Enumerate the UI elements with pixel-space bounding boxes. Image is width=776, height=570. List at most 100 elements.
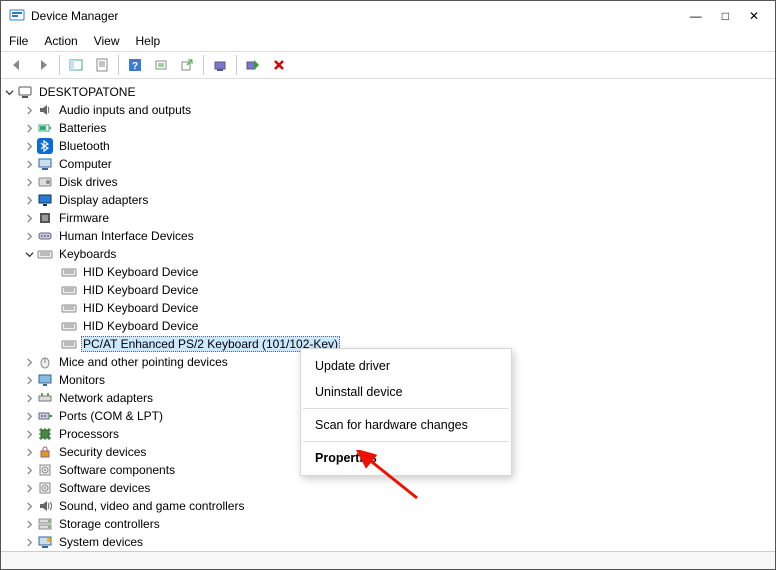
close-button[interactable]: ✕ <box>749 9 759 23</box>
keyboard-icon <box>61 264 77 280</box>
node-label: Sound, video and game controllers <box>57 499 246 513</box>
menu-separator <box>303 441 509 442</box>
chevron-right-icon[interactable] <box>23 536 35 548</box>
menu-separator <box>303 408 509 409</box>
tree-device[interactable]: HID Keyboard Device <box>1 281 775 299</box>
software-icon <box>37 462 53 478</box>
chevron-right-icon[interactable] <box>23 176 35 188</box>
context-uninstall-device[interactable]: Uninstall device <box>301 379 511 405</box>
maximize-button[interactable]: □ <box>722 9 729 23</box>
node-label: Monitors <box>57 373 107 387</box>
node-label: Network adapters <box>57 391 155 405</box>
tree-category[interactable]: Batteries <box>1 119 775 137</box>
chevron-right-icon[interactable] <box>23 446 35 458</box>
hid-icon <box>37 228 53 244</box>
chevron-right-icon[interactable] <box>23 356 35 368</box>
node-label: Software devices <box>57 481 152 495</box>
tree-category[interactable]: Computer <box>1 155 775 173</box>
chevron-right-icon[interactable] <box>23 140 35 152</box>
chevron-right-icon[interactable] <box>23 122 35 134</box>
tree-category[interactable]: Bluetooth <box>1 137 775 155</box>
menu-action[interactable]: Action <box>44 34 77 48</box>
tree-category[interactable]: Human Interface Devices <box>1 227 775 245</box>
show-hide-button[interactable] <box>64 54 88 76</box>
node-label: Processors <box>57 427 121 441</box>
node-label: Ports (COM & LPT) <box>57 409 165 423</box>
chevron-down-icon[interactable] <box>23 248 35 260</box>
tree-category[interactable]: System devices <box>1 533 775 551</box>
enable-device-button[interactable] <box>241 54 265 76</box>
keyboard-icon <box>37 246 53 262</box>
context-update-driver[interactable]: Update driver <box>301 353 511 379</box>
tree-category[interactable]: Sound, video and game controllers <box>1 497 775 515</box>
update-driver-button[interactable] <box>175 54 199 76</box>
tree-device[interactable]: HID Keyboard Device <box>1 263 775 281</box>
processor-icon <box>37 426 53 442</box>
tree-category[interactable]: Software devices <box>1 479 775 497</box>
display-icon <box>37 192 53 208</box>
status-bar <box>1 551 775 569</box>
storage-icon <box>37 516 53 532</box>
node-label: Mice and other pointing devices <box>57 355 230 369</box>
node-label: HID Keyboard Device <box>81 265 200 279</box>
keyboard-icon <box>61 282 77 298</box>
node-label: System devices <box>57 535 145 549</box>
node-label: Keyboards <box>57 247 118 261</box>
disable-device-button[interactable] <box>267 54 291 76</box>
back-button[interactable] <box>5 54 29 76</box>
menu-view[interactable]: View <box>94 34 120 48</box>
chevron-right-icon[interactable] <box>23 104 35 116</box>
chevron-right-icon[interactable] <box>23 194 35 206</box>
node-label: Disk drives <box>57 175 120 189</box>
node-label: Bluetooth <box>57 139 112 153</box>
context-properties[interactable]: Properties <box>301 445 511 471</box>
chevron-down-icon[interactable] <box>3 86 15 98</box>
uninstall-device-button[interactable] <box>208 54 232 76</box>
app-icon <box>9 8 25 24</box>
scan-hardware-button[interactable] <box>149 54 173 76</box>
minimize-button[interactable]: — <box>690 9 702 23</box>
chevron-right-icon[interactable] <box>23 410 35 422</box>
device-tree[interactable]: DESKTOPATONE Audio inputs and outputsBat… <box>1 79 775 551</box>
chevron-right-icon[interactable] <box>23 464 35 476</box>
node-label: Human Interface Devices <box>57 229 196 243</box>
monitor-icon <box>37 372 53 388</box>
chevron-right-icon[interactable] <box>23 392 35 404</box>
chevron-right-icon[interactable] <box>23 374 35 386</box>
properties-button[interactable] <box>90 54 114 76</box>
tree-category[interactable]: Audio inputs and outputs <box>1 101 775 119</box>
tree-category[interactable]: Disk drives <box>1 173 775 191</box>
tree-category[interactable]: Keyboards <box>1 245 775 263</box>
chevron-right-icon[interactable] <box>23 500 35 512</box>
node-label: Storage controllers <box>57 517 162 531</box>
disk-icon <box>37 174 53 190</box>
menu-help[interactable]: Help <box>136 34 161 48</box>
ports-icon <box>37 408 53 424</box>
software-icon <box>37 480 53 496</box>
sound-icon <box>37 498 53 514</box>
battery-icon <box>37 120 53 136</box>
chevron-right-icon[interactable] <box>23 230 35 242</box>
menubar: File Action View Help <box>1 31 775 51</box>
chevron-right-icon[interactable] <box>23 482 35 494</box>
context-scan-hardware[interactable]: Scan for hardware changes <box>301 412 511 438</box>
tree-device[interactable]: HID Keyboard Device <box>1 317 775 335</box>
chevron-right-icon[interactable] <box>23 428 35 440</box>
forward-button[interactable] <box>31 54 55 76</box>
tree-category[interactable]: Firmware <box>1 209 775 227</box>
window-title: Device Manager <box>31 9 690 23</box>
tree-device[interactable]: HID Keyboard Device <box>1 299 775 317</box>
tree-category[interactable]: Display adapters <box>1 191 775 209</box>
chevron-right-icon[interactable] <box>23 212 35 224</box>
context-menu: Update driver Uninstall device Scan for … <box>300 348 512 476</box>
help-button[interactable]: ? <box>123 54 147 76</box>
tree-root[interactable]: DESKTOPATONE <box>1 83 775 101</box>
chevron-right-icon[interactable] <box>23 158 35 170</box>
titlebar[interactable]: Device Manager — □ ✕ <box>1 1 775 31</box>
tree-category[interactable]: Storage controllers <box>1 515 775 533</box>
node-label: Display adapters <box>57 193 150 207</box>
menu-file[interactable]: File <box>9 34 28 48</box>
chevron-right-icon[interactable] <box>23 518 35 530</box>
toolbar: ? <box>1 51 775 79</box>
mouse-icon <box>37 354 53 370</box>
